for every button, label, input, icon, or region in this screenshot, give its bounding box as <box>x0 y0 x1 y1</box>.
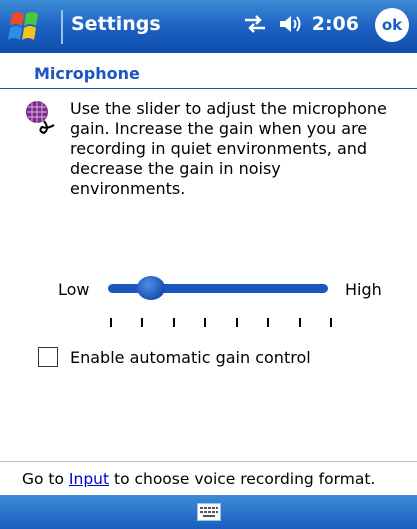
connectivity-icon[interactable] <box>242 14 268 34</box>
slider-ticks <box>110 318 332 328</box>
slider-tick <box>299 318 301 327</box>
keyboard-icon[interactable] <box>197 503 221 521</box>
slider-tick <box>204 318 206 327</box>
gain-slider-thumb[interactable] <box>137 276 165 300</box>
agc-label[interactable]: Enable automatic gain control <box>70 348 311 367</box>
agc-checkbox[interactable] <box>38 347 58 367</box>
input-link[interactable]: Input <box>69 470 109 488</box>
slider-low-label: Low <box>58 280 90 299</box>
window-title: Settings <box>71 13 161 35</box>
header-divider <box>0 88 417 89</box>
title-bar: Settings 2:06 ok <box>0 0 417 53</box>
ok-button[interactable]: ok <box>375 8 409 42</box>
system-tray: 2:06 <box>242 13 359 35</box>
agc-option[interactable]: Enable automatic gain control <box>38 347 311 367</box>
slider-tick <box>267 318 269 327</box>
slider-tick <box>141 318 143 327</box>
windows-start-icon[interactable] <box>6 8 58 46</box>
slider-tick <box>173 318 175 327</box>
footer-suffix: to choose voice recording format. <box>109 470 376 488</box>
microphone-icon <box>26 101 55 135</box>
title-separator <box>61 10 63 44</box>
footer-divider <box>0 461 417 462</box>
footer-text: Go to Input to choose voice recording fo… <box>22 470 375 488</box>
slider-high-label: High <box>345 280 382 299</box>
speaker-icon[interactable] <box>278 14 302 34</box>
footer-prefix: Go to <box>22 470 69 488</box>
slider-tick <box>330 318 332 327</box>
description-text: Use the slider to adjust the microphone … <box>70 99 387 198</box>
slider-tick <box>110 318 112 327</box>
page-title: Microphone <box>34 64 140 83</box>
slider-tick <box>236 318 238 327</box>
clock[interactable]: 2:06 <box>312 13 359 35</box>
